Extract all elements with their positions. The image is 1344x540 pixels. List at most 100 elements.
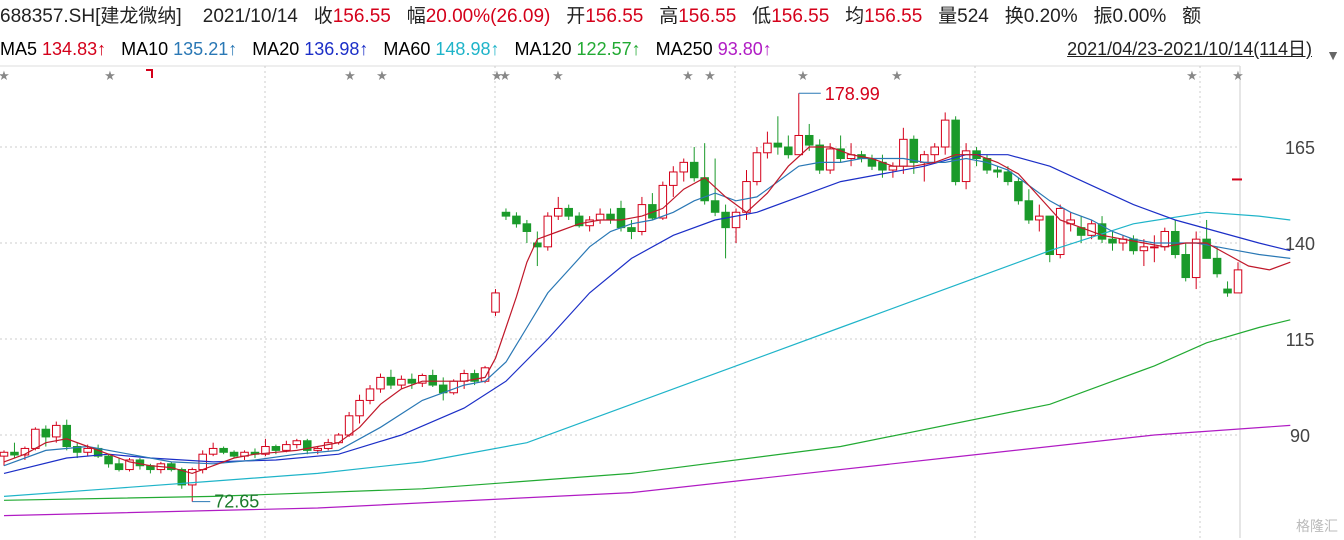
candle-body	[491, 292, 500, 313]
candle-body	[1108, 238, 1117, 244]
candle-body	[104, 455, 113, 465]
candle-body	[208, 447, 218, 455]
candle-body	[1014, 181, 1023, 202]
candle-body	[365, 388, 375, 401]
candle-body	[982, 158, 992, 171]
candle-body	[114, 463, 124, 471]
candle-body	[669, 171, 678, 186]
candle-body	[689, 161, 699, 179]
candle-body	[627, 227, 636, 232]
candle-body	[543, 215, 553, 248]
candle-body	[784, 146, 793, 156]
candle-body	[282, 444, 291, 451]
candle-body	[1181, 254, 1190, 279]
candle-body	[752, 152, 762, 183]
candle-body	[344, 415, 354, 436]
star-marker: ★	[499, 68, 511, 83]
y-tick-label: 115	[1286, 330, 1315, 350]
candle-body	[10, 451, 19, 456]
candle-body	[1035, 215, 1044, 221]
candle-body	[428, 374, 438, 386]
flag-marker	[146, 69, 153, 78]
low-annotation: 72.65	[214, 492, 259, 512]
candle-body	[1139, 246, 1149, 252]
ma10-line	[3, 157, 1291, 467]
candle-body	[407, 378, 417, 384]
candle-body	[658, 184, 668, 219]
candle-body	[899, 138, 908, 167]
candle-body	[229, 451, 239, 457]
candle-body	[1150, 246, 1159, 249]
candle-body	[386, 376, 396, 386]
candle-body	[1160, 230, 1170, 248]
ma120-line	[3, 319, 1291, 501]
candle-body	[1191, 238, 1201, 279]
candle-body	[355, 399, 364, 417]
candle-body	[1202, 238, 1211, 259]
star-marker: ★	[1232, 68, 1244, 83]
ma5-line	[3, 146, 1291, 475]
star-marker: ★	[797, 68, 809, 83]
candle-body	[993, 169, 1002, 173]
candle-body	[637, 204, 647, 232]
candle-body	[804, 134, 814, 146]
candle-body	[313, 447, 322, 451]
candle-body	[564, 207, 573, 217]
star-marker: ★	[891, 68, 903, 83]
star-marker: ★	[376, 68, 388, 83]
candle-body	[930, 146, 939, 156]
star-marker: ★	[552, 68, 564, 83]
star-marker: ★	[704, 68, 716, 83]
ma60-line	[3, 211, 1291, 497]
candle-body	[595, 213, 605, 221]
candle-body	[731, 211, 741, 229]
candle-body	[721, 211, 730, 229]
candle-body	[334, 434, 343, 444]
candle-body	[794, 134, 804, 156]
candle-body	[397, 378, 406, 386]
candle-body	[31, 428, 40, 449]
candle-body	[219, 447, 228, 453]
candle-body	[920, 154, 929, 163]
candle-body	[553, 207, 563, 217]
candle-body	[62, 424, 72, 448]
ma20-line	[3, 154, 1291, 474]
candle-body	[763, 142, 772, 154]
candle-body	[1003, 171, 1013, 183]
candle-body	[83, 447, 92, 453]
candle-body	[271, 446, 281, 451]
candle-body	[449, 380, 458, 394]
candle-body	[522, 223, 532, 232]
candle-body	[909, 138, 919, 163]
high-annotation: 178.99	[825, 84, 880, 104]
candle-body	[0, 451, 9, 457]
candle-body	[1045, 215, 1055, 256]
star-marker: ★	[0, 68, 10, 83]
candle-body	[52, 424, 61, 438]
candle-body	[773, 142, 783, 148]
candle-body	[292, 440, 302, 446]
candle-body	[512, 215, 521, 225]
candle-body	[815, 144, 824, 171]
candle-body	[710, 200, 720, 213]
y-tick-label: 165	[1285, 138, 1315, 158]
candlestick-chart[interactable]: 16514011590178.9972.65★ ★ ★ ★ ★★ ★ ★ ★ ★ ★ ★ ★	[0, 0, 1344, 540]
star-marker: ★	[344, 68, 356, 83]
star-marker: ★	[1186, 68, 1198, 83]
candle-body	[1233, 269, 1243, 294]
watermark-logo: 格隆汇	[1296, 518, 1338, 534]
candle-body	[1223, 288, 1232, 294]
candle-body	[606, 213, 615, 221]
candle-body	[501, 211, 511, 217]
candle-body	[616, 207, 626, 229]
candle-body	[679, 161, 689, 173]
candle-body	[1212, 257, 1222, 275]
candle-body	[41, 428, 51, 438]
candle-body	[459, 373, 469, 382]
y-tick-label: 90	[1290, 426, 1310, 446]
candle-body	[825, 148, 835, 171]
candle-body	[376, 376, 385, 390]
candle-body	[177, 469, 187, 486]
candle-body	[951, 119, 960, 183]
star-marker: ★	[682, 68, 694, 83]
